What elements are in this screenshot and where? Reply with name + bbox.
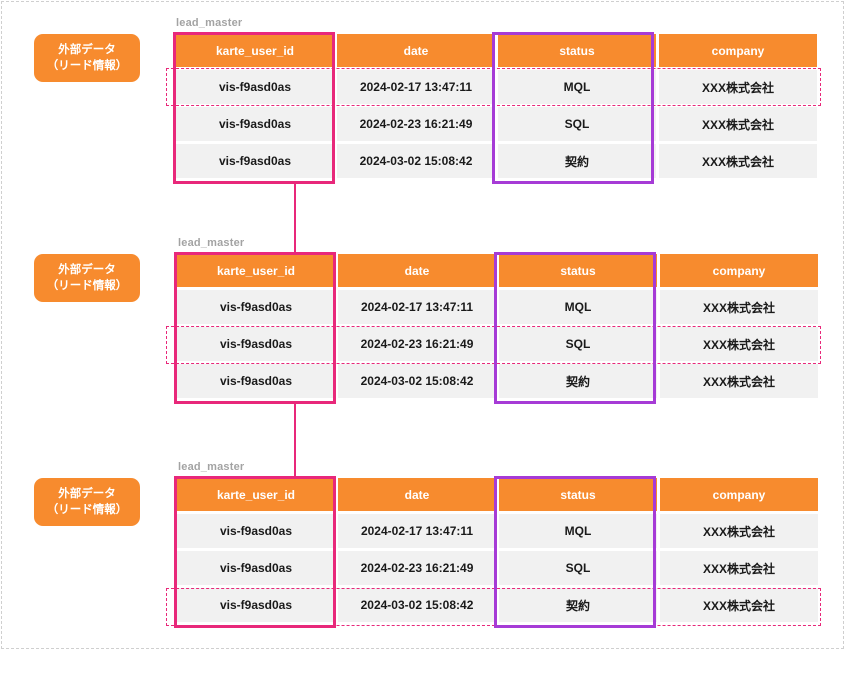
- source-label-pill: 外部データ （リード情報）: [34, 478, 140, 526]
- id-column-highlight: [174, 252, 336, 404]
- table-name: lead_master: [178, 237, 245, 249]
- table-cell: XXX株式会社: [660, 290, 818, 324]
- table-cell: XXX株式会社: [659, 107, 817, 141]
- connector-line: [294, 183, 296, 254]
- table-cell: 2024-03-02 15:08:42: [337, 144, 495, 178]
- status-column-highlight: [494, 476, 656, 628]
- source-label-line1: 外部データ: [58, 44, 116, 56]
- status-column-highlight: [494, 252, 656, 404]
- table-block-3: lead_master 外部データ （リード情報） karte_user_id …: [0, 444, 847, 674]
- source-label-line1: 外部データ: [58, 264, 116, 276]
- table-cell: XXX株式会社: [660, 364, 818, 398]
- column-header-date: date: [338, 254, 496, 287]
- table-cell: XXX株式会社: [660, 551, 818, 585]
- source-label-line2: （リード情報）: [46, 504, 128, 516]
- id-column-highlight: [174, 476, 336, 628]
- connector-line: [294, 403, 296, 478]
- column-header-date: date: [338, 478, 496, 511]
- id-column-highlight: [173, 32, 335, 184]
- column-header-company: company: [659, 34, 817, 67]
- table-cell: 2024-02-23 16:21:49: [338, 551, 496, 585]
- table-cell: XXX株式会社: [659, 144, 817, 178]
- table-cell: 2024-02-23 16:21:49: [337, 107, 495, 141]
- column-header-date: date: [337, 34, 495, 67]
- table-cell: XXX株式会社: [660, 514, 818, 548]
- column-header-company: company: [660, 254, 818, 287]
- source-label-pill: 外部データ （リード情報）: [34, 254, 140, 302]
- table-name: lead_master: [176, 17, 243, 29]
- table-cell: 2024-02-17 13:47:11: [338, 514, 496, 548]
- table-cell: 2024-03-02 15:08:42: [338, 364, 496, 398]
- table-cell: 2024-02-17 13:47:11: [338, 290, 496, 324]
- column-header-company: company: [660, 478, 818, 511]
- table-name: lead_master: [178, 461, 245, 473]
- table-block-2: lead_master 外部データ （リード情報） karte_user_id …: [0, 220, 847, 450]
- source-label-pill: 外部データ （リード情報）: [34, 34, 140, 82]
- source-label-line2: （リード情報）: [46, 280, 128, 292]
- table-block-1: lead_master 外部データ （リード情報） karte_user_id …: [0, 0, 847, 230]
- status-column-highlight: [492, 32, 654, 184]
- source-label-line1: 外部データ: [58, 488, 116, 500]
- source-label-line2: （リード情報）: [46, 60, 128, 72]
